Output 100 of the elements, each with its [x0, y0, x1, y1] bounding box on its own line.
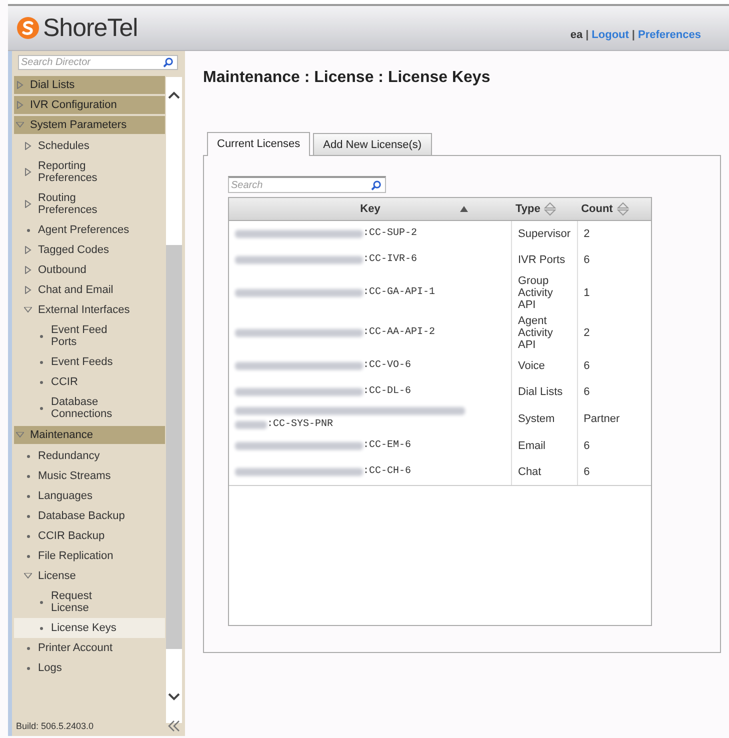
key-cell: :CC-IVR-6	[229, 247, 512, 273]
tree-item[interactable]: Logs	[14, 658, 165, 678]
tree-item[interactable]: Printer Account	[14, 638, 165, 658]
bullet-icon	[26, 514, 30, 518]
expanded-triangle-icon[interactable]	[24, 573, 32, 579]
tree-item[interactable]: Database Connections	[14, 392, 165, 424]
tab[interactable]: Current Licenses	[207, 132, 310, 156]
column-header[interactable]: Key	[229, 198, 512, 220]
scroll-down-icon[interactable]	[168, 693, 180, 701]
count-cell: 6	[577, 433, 651, 459]
user-name: ea	[570, 29, 583, 41]
collapsed-triangle-icon[interactable]	[16, 81, 24, 89]
collapsed-triangle-icon[interactable]	[24, 168, 32, 176]
separator: |	[632, 29, 635, 41]
tree-item[interactable]: License	[14, 566, 165, 586]
collapsed-triangle-icon[interactable]	[24, 246, 32, 254]
tree-item[interactable]: Request License	[14, 586, 165, 618]
expanded-triangle-icon[interactable]	[16, 432, 24, 438]
tree-item[interactable]: Outbound	[14, 260, 165, 280]
search-field[interactable]: Search Director	[21, 57, 163, 68]
tree-item[interactable]: License Keys	[14, 618, 165, 638]
bullet-icon	[26, 666, 30, 670]
key-cell: :CC-EM-6	[229, 433, 512, 459]
type-cell: Chat	[512, 459, 578, 485]
type-cell: Voice	[512, 353, 578, 379]
expanded-triangle-icon[interactable]	[16, 122, 24, 128]
key-cell: :CC-SUP-2	[229, 220, 512, 247]
collapsed-triangle-icon[interactable]	[24, 142, 32, 150]
bullet-icon	[26, 228, 30, 232]
collapsed-triangle-icon[interactable]	[24, 286, 32, 294]
collapsed-triangle-icon[interactable]	[16, 101, 24, 109]
tree-item[interactable]: Database Backup	[14, 506, 165, 526]
key-cell: :CC-DL-6	[229, 379, 512, 405]
tree-item[interactable]: Dial Lists	[14, 76, 165, 94]
type-cell: IVR Ports	[512, 247, 578, 273]
key-cell: :CC-GA-API-1	[229, 273, 512, 313]
separator: |	[586, 29, 589, 41]
type-cell: System	[512, 405, 578, 433]
tree-item[interactable]: Music Streams	[14, 466, 165, 486]
tree-item[interactable]: Languages	[14, 486, 165, 506]
collapse-sidebar-icon[interactable]	[167, 720, 181, 732]
build-number: Build: 506.5.2403.0	[16, 721, 94, 731]
scroll-up-icon[interactable]	[168, 91, 180, 99]
sort-icon[interactable]	[616, 202, 629, 216]
tree-item[interactable]: File Replication	[14, 546, 165, 566]
search-icon[interactable]	[162, 57, 173, 68]
collapsed-triangle-icon[interactable]	[24, 200, 32, 208]
tree-item[interactable]: External Interfaces	[14, 300, 165, 320]
search-box[interactable]: Search	[228, 176, 386, 193]
tree-item[interactable]: CCIR Backup	[14, 526, 165, 546]
bullet-icon	[26, 646, 30, 650]
bullet-icon	[40, 626, 42, 630]
tree-item[interactable]: Agent Preferences	[14, 220, 165, 240]
bullet-icon	[26, 554, 30, 558]
tree-item[interactable]: Event Feeds	[14, 352, 165, 372]
key-cell: :CC-VO-6	[229, 353, 512, 379]
bullet-icon	[40, 600, 42, 604]
count-cell: 1	[577, 273, 651, 313]
bullet-icon	[40, 380, 42, 384]
count-cell: 6	[577, 353, 651, 379]
expanded-triangle-icon[interactable]	[24, 307, 32, 313]
bullet-icon	[40, 406, 42, 410]
tree-item[interactable]: Chat and Email	[14, 280, 165, 300]
search-icon[interactable]	[370, 180, 381, 190]
key-cell: :CC-AA-API-2	[229, 313, 512, 353]
logo-text: ShoreTel	[43, 14, 138, 42]
tree-item[interactable]: CCIR	[14, 372, 165, 392]
count-cell: 6	[577, 459, 651, 485]
count-cell: 2	[577, 313, 651, 353]
tree-item[interactable]: IVR Configuration	[14, 96, 165, 114]
bullet-icon	[26, 494, 30, 498]
column-header[interactable]: Type	[512, 198, 578, 220]
tree-item[interactable]: Reporting Preferences	[14, 156, 165, 188]
bullet-icon	[40, 360, 42, 364]
bullet-icon	[26, 454, 30, 458]
column-header[interactable]: Count	[577, 198, 651, 220]
sort-ascending-icon[interactable]	[460, 206, 468, 212]
tab[interactable]: Add New License(s)	[313, 133, 432, 155]
tree-item[interactable]: Redundancy	[14, 446, 165, 466]
tree-item[interactable]: Schedules	[14, 136, 165, 156]
search-box[interactable]: Search Director	[18, 55, 178, 70]
count-cell: 2	[577, 220, 651, 247]
type-cell: Dial Lists	[512, 379, 578, 405]
tree-item[interactable]: Maintenance	[14, 426, 165, 444]
tree-item[interactable]: Tagged Codes	[14, 240, 165, 260]
bullet-icon	[26, 474, 30, 478]
count-cell: 6	[577, 379, 651, 405]
bullet-icon	[26, 534, 30, 538]
key-cell: :CC-SYS-PNR	[229, 405, 512, 433]
redacted-text	[235, 421, 267, 429]
logo-icon	[16, 16, 40, 40]
tree-item[interactable]: Event Feed Ports	[14, 320, 165, 352]
collapsed-triangle-icon[interactable]	[24, 266, 32, 274]
scrollbar[interactable]	[166, 77, 182, 723]
type-cell: Agent Activity API	[512, 313, 578, 353]
count-cell: Partner	[577, 405, 651, 433]
tree-item[interactable]: System Parameters	[14, 116, 165, 134]
search-field[interactable]: Search	[231, 180, 371, 190]
sort-icon[interactable]	[544, 202, 556, 216]
tree-item[interactable]: Routing Preferences	[14, 188, 165, 220]
